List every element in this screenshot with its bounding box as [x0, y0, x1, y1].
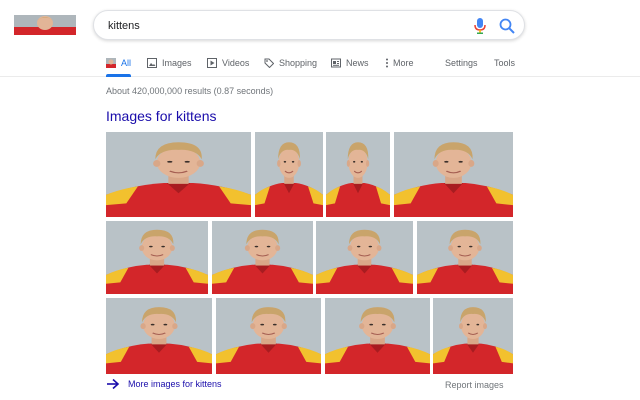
- image-thumbnail[interactable]: [417, 221, 513, 294]
- tag-icon: [264, 58, 275, 69]
- tab-label: More: [393, 58, 414, 68]
- image-thumbnail[interactable]: [106, 298, 212, 374]
- image-thumbnail[interactable]: [433, 298, 513, 374]
- image-thumbnail[interactable]: [316, 221, 413, 294]
- tab-more[interactable]: More: [384, 50, 414, 76]
- search-box[interactable]: [93, 10, 525, 40]
- tab-shopping[interactable]: Shopping: [264, 50, 317, 76]
- image-thumbnail[interactable]: [394, 132, 513, 217]
- image-thumbnail[interactable]: [255, 132, 323, 217]
- arrow-right-icon: [106, 378, 120, 390]
- image-thumbnail[interactable]: [106, 132, 251, 217]
- more-images-label: More images for kittens: [128, 379, 222, 389]
- google-logo[interactable]: [14, 15, 76, 35]
- news-icon: [331, 58, 341, 68]
- image-thumbnail[interactable]: [212, 221, 313, 294]
- search-input[interactable]: [108, 17, 448, 35]
- more-images-link[interactable]: More images for kittens: [106, 376, 222, 392]
- image-thumbnail[interactable]: [106, 221, 208, 294]
- image-thumbnail[interactable]: [326, 132, 390, 217]
- tab-label: Videos: [222, 58, 250, 68]
- tab-videos[interactable]: Videos: [207, 50, 249, 76]
- tab-news[interactable]: News: [331, 50, 369, 76]
- tab-settings[interactable]: Settings: [445, 50, 478, 76]
- microphone-icon[interactable]: [472, 17, 488, 35]
- tab-label: All: [121, 58, 132, 68]
- image-grid: [106, 132, 513, 374]
- tab-label: Shopping: [279, 58, 318, 68]
- search-thumb-icon: [106, 58, 116, 68]
- search-icon[interactable]: [498, 17, 516, 35]
- result-stats: About 420,000,000 results (0.87 seconds): [106, 86, 274, 96]
- image-icon: [147, 58, 157, 68]
- tab-label: Tools: [494, 58, 516, 68]
- tab-all[interactable]: All: [106, 50, 132, 77]
- image-thumbnail[interactable]: [325, 298, 430, 374]
- tab-images[interactable]: Images: [147, 50, 192, 76]
- search-tabs: All Images Videos Shopping News More Set…: [0, 50, 640, 77]
- more-vert-icon: [384, 58, 390, 68]
- tab-label: Settings: [445, 58, 478, 68]
- report-images-link[interactable]: Report images: [445, 380, 504, 390]
- tab-label: Images: [162, 58, 192, 68]
- images-section-heading[interactable]: Images for kittens: [106, 108, 217, 124]
- image-thumbnail[interactable]: [216, 298, 321, 374]
- video-icon: [207, 58, 217, 68]
- tab-tools[interactable]: Tools: [494, 50, 515, 76]
- tab-label: News: [346, 58, 369, 68]
